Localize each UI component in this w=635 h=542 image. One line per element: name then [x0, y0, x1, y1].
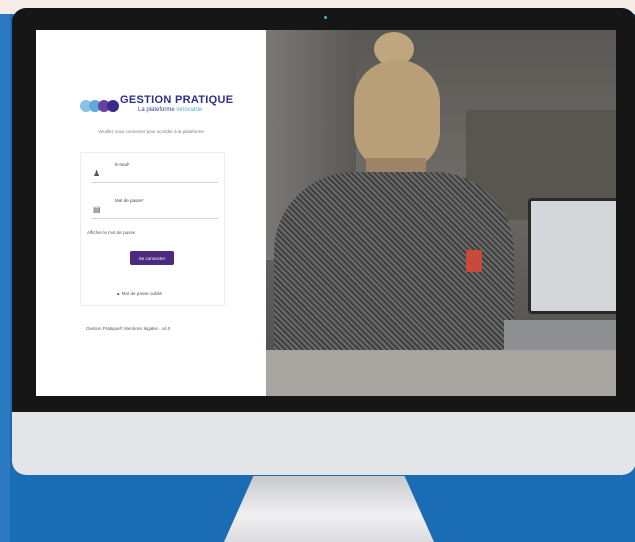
monitor-stand: [224, 476, 434, 542]
password-field[interactable]: ▤ Mot de passe*: [91, 196, 218, 219]
hero-photo: [266, 30, 616, 396]
login-form: ♟ E-mail* ▤ Mot de passe* Afficher le mo…: [80, 152, 225, 306]
monitor-chin: [12, 412, 635, 475]
forgot-password-label: Mot de passe oublié: [121, 291, 163, 296]
desktop-monitor: GESTION PRATIQUE La plateforme innovante…: [12, 8, 635, 475]
login-button[interactable]: Se connecter: [130, 251, 174, 265]
page-left-stripe: [0, 14, 10, 542]
photo-mug: [466, 250, 482, 272]
email-field[interactable]: ♟ E-mail*: [91, 160, 218, 183]
monitor-screen: GESTION PRATIQUE La plateforme innovante…: [36, 30, 616, 396]
brand-name: GESTION PRATIQUE: [120, 94, 234, 106]
password-label: Mot de passe*: [115, 198, 144, 203]
show-password-toggle[interactable]: Afficher le mot de passe: [87, 230, 135, 235]
tagline-text: La plateforme: [138, 107, 175, 113]
photo-laptop-base: [504, 320, 616, 354]
login-subtitle: Veuillez vous connecter pour accéder à l…: [98, 129, 204, 134]
brand-logo: GESTION PRATIQUE La plateforme innovante: [80, 94, 250, 120]
brand-tagline: La plateforme innovante: [138, 107, 202, 113]
show-password-label: Afficher le mot de passe: [87, 230, 136, 235]
photo-desk: [266, 350, 616, 396]
forgot-password-link[interactable]: ▲ Mot de passe oublié: [116, 291, 162, 296]
login-panel: GESTION PRATIQUE La plateforme innovante…: [36, 30, 266, 396]
login-footer: Gestion Pratique® Mentions légales · v4.…: [86, 326, 171, 331]
photo-head: [354, 60, 440, 170]
tagline-accent: innovante: [176, 107, 203, 113]
user-icon: ♟: [93, 169, 101, 178]
lock-icon: ▤: [93, 205, 101, 214]
photo-laptop-screen: [528, 198, 616, 314]
logo-dot: [107, 100, 119, 112]
email-label: E-mail*: [115, 162, 130, 167]
lock-icon: ▲: [116, 291, 121, 296]
webcam-dot: [324, 16, 327, 19]
